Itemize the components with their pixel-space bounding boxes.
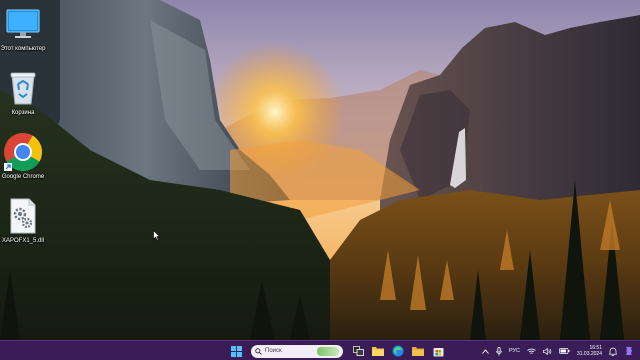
desktop-icon-recycle-bin[interactable]: Корзина [0,68,46,117]
task-view-button[interactable] [350,343,366,359]
taskbar-clock[interactable]: 16:51 31.03.2024 [575,345,604,357]
desktop-icon-dll-file[interactable]: XAPOFX1_5.dll [0,196,46,245]
taskbar-search-box[interactable]: Поиск [251,344,343,358]
file-explorer-button[interactable] [370,343,386,359]
show-hidden-icons-button[interactable] [480,343,491,359]
dll-file-icon [3,196,43,236]
desktop-icon-this-pc[interactable]: Этот компьютер [0,4,46,53]
volume-button[interactable] [541,343,554,359]
wifi-icon [527,348,536,354]
recycle-bin-icon [3,68,43,108]
edge-icon [392,345,404,357]
desktop-wallpaper [0,0,640,340]
file-explorer-icon [372,347,384,356]
language-indicator[interactable]: РУС [507,343,522,359]
battery-icon [559,348,570,354]
mouse-cursor-icon [153,230,161,241]
clock-date: 31.03.2024 [576,351,602,357]
copilot-button[interactable] [622,343,636,359]
chevron-up-icon [482,348,489,354]
edge-button[interactable] [390,343,406,359]
network-button[interactable] [525,343,538,359]
chrome-icon [3,132,43,172]
folder-icon [412,347,424,356]
monitor-icon [3,4,43,44]
search-placeholder: Поиск [265,348,282,354]
folder-button[interactable] [410,343,426,359]
start-button[interactable] [228,343,244,359]
search-icon [255,347,262,355]
store-button[interactable] [430,343,446,359]
store-icon [433,347,443,356]
desktop-icon-label: Этот компьютер [0,46,46,52]
desktop-icon-label: Корзина [11,110,35,116]
desktop-icon-label: Google Chrome [1,174,45,180]
system-tray: РУС 16:51 31.03.2024 [480,343,636,359]
desktop-icon-label: XAPOFX1_5.dll [1,238,45,244]
language-label: РУС [508,348,520,354]
notification-bell-icon [609,347,617,356]
search-highlight-image [317,346,339,356]
microphone-icon [496,346,502,355]
microphone-button[interactable] [494,343,504,359]
windows-start-icon [230,345,242,357]
taskbar-apps: Поиск [228,343,446,359]
battery-button[interactable] [557,343,572,359]
task-view-icon [352,346,364,356]
taskbar: Поиск РУС 16:51 31.03.2024 [0,340,640,360]
desktop-icon-google-chrome[interactable]: Google Chrome [0,132,46,181]
copilot-icon [626,347,632,355]
speaker-icon [543,347,552,355]
notifications-button[interactable] [607,343,619,359]
